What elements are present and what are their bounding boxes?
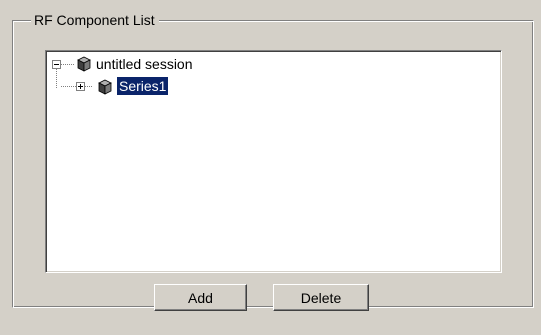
tree-connector	[56, 69, 58, 88]
tree-node-series1-label[interactable]: Series1	[117, 77, 169, 95]
tree-connector	[85, 86, 92, 88]
collapse-icon[interactable]	[52, 60, 61, 69]
expand-icon[interactable]	[76, 82, 85, 91]
cube-icon	[98, 79, 112, 95]
delete-button[interactable]: Delete	[273, 284, 369, 311]
cube-icon	[77, 56, 91, 72]
component-tree[interactable]: untitled session Series1	[45, 50, 502, 273]
tree-connector	[61, 86, 76, 88]
tree-node-root-label[interactable]: untitled session	[94, 55, 195, 73]
group-title: RF Component List	[31, 11, 159, 29]
tree-connector	[61, 64, 74, 66]
add-button[interactable]: Add	[154, 284, 247, 311]
